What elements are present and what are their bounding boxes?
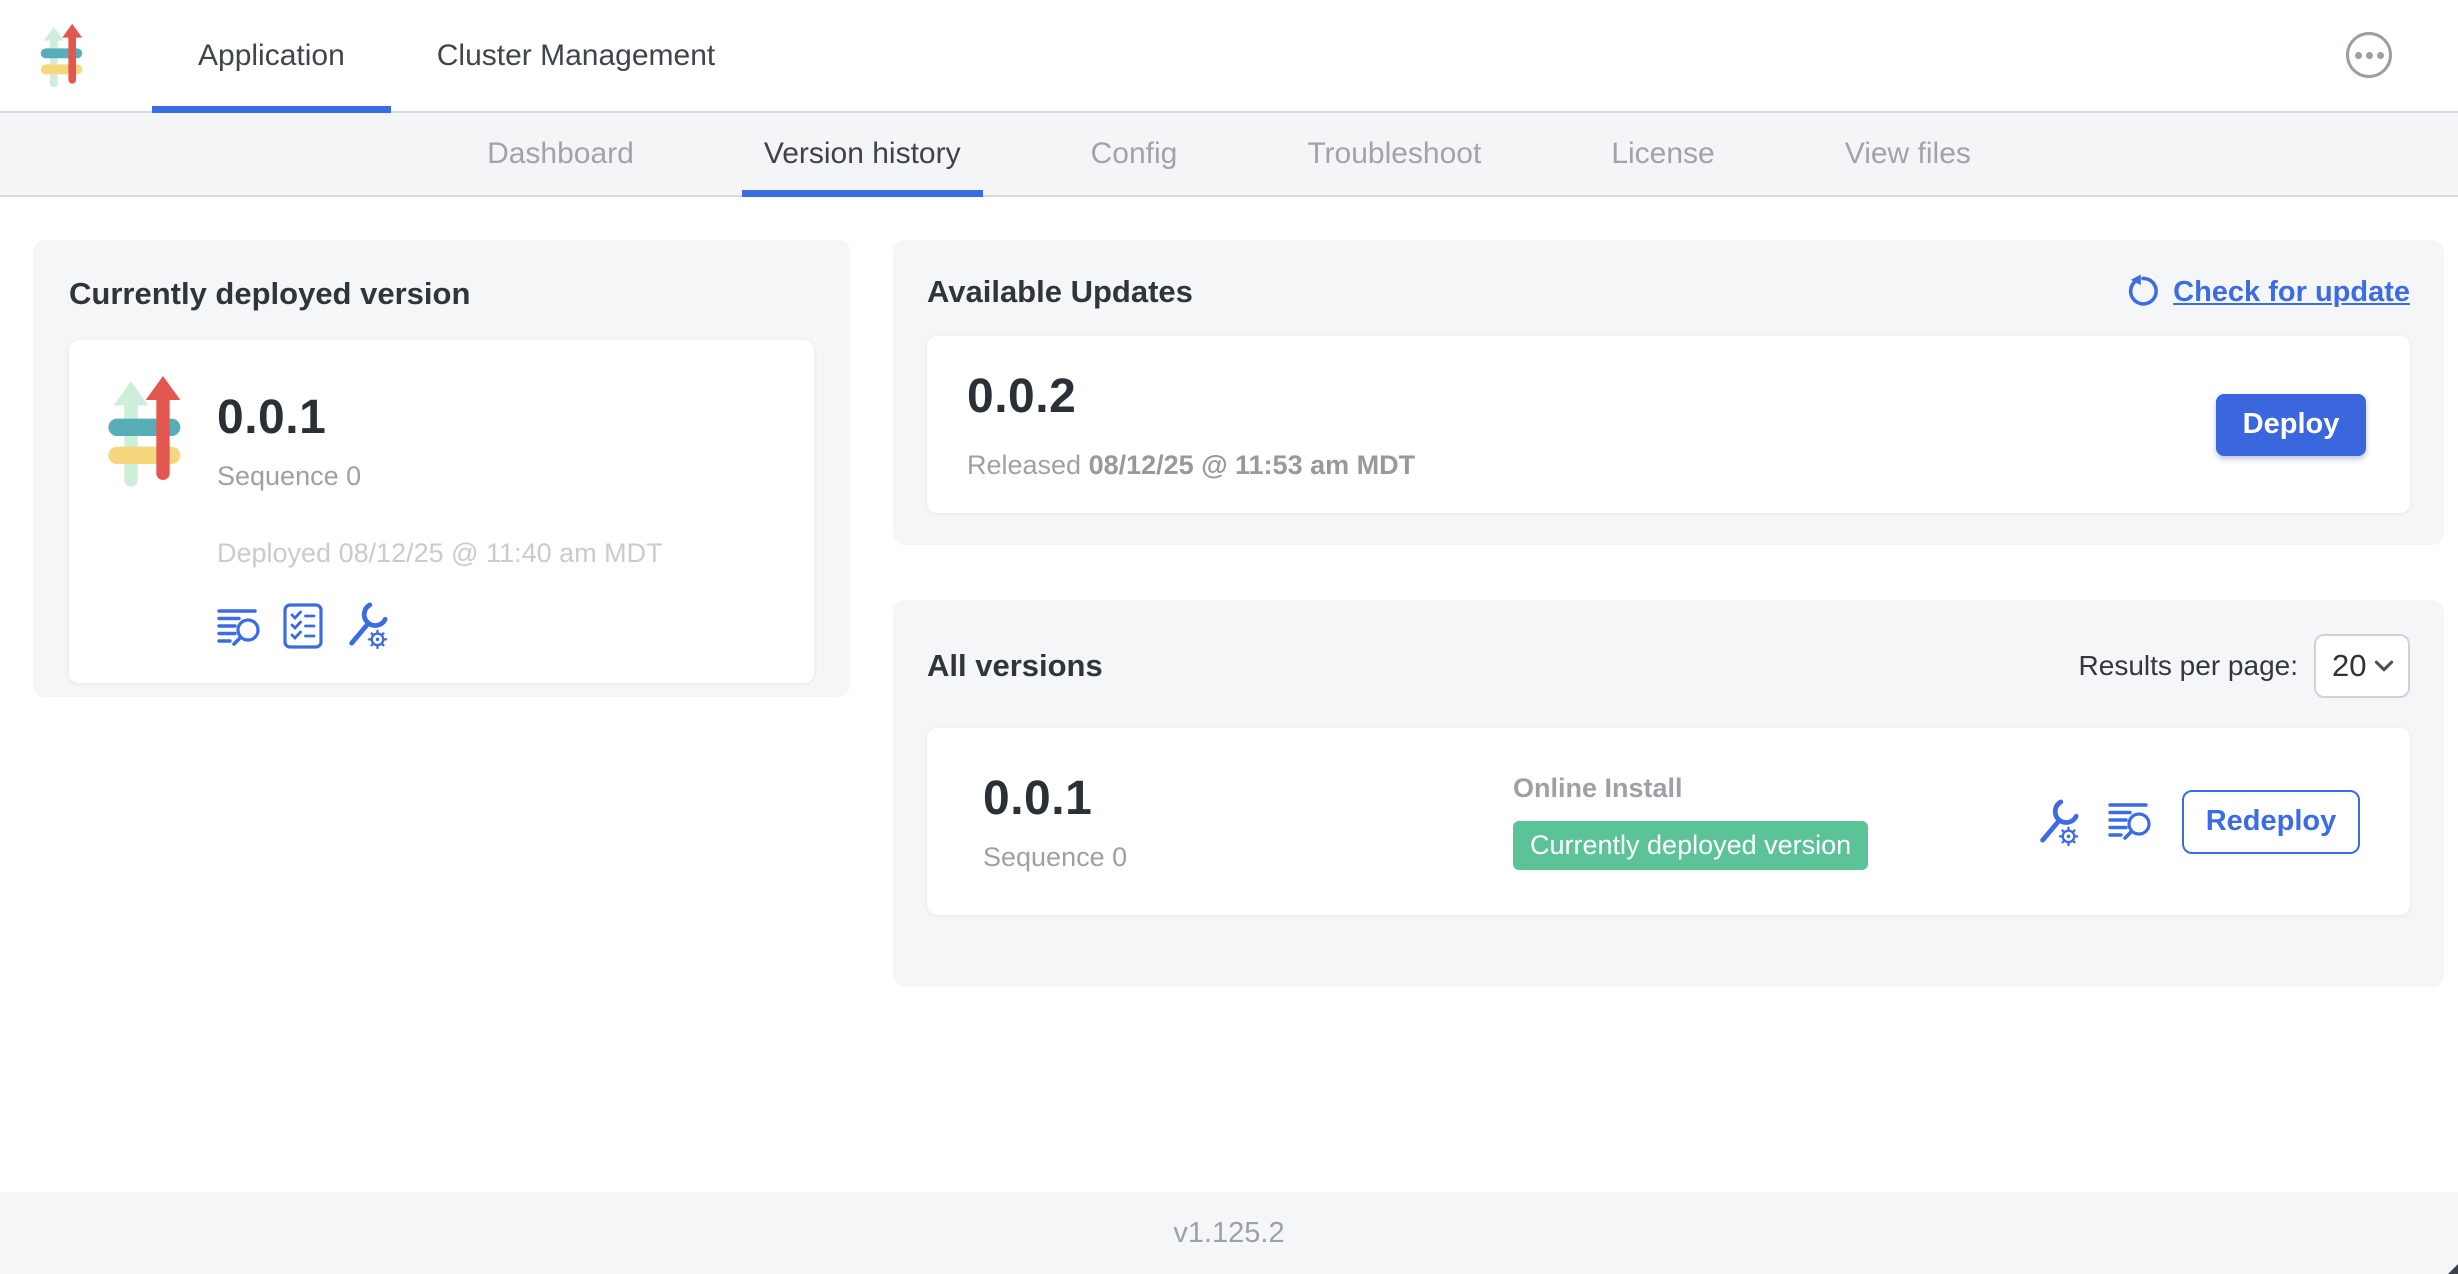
tab-view-files[interactable]: View files [1823, 113, 1993, 195]
tab-view-files-label: View files [1845, 137, 1971, 171]
version-row: 0.0.1 Sequence 0 Online Install Currentl… [927, 728, 2410, 915]
results-per-page-label: Results per page: [2079, 650, 2298, 682]
chevron-down-icon [2374, 660, 2394, 673]
available-update-row: 0.0.2 Released 08/12/25 @ 11:53 am MDT D… [927, 336, 2410, 513]
tab-troubleshoot[interactable]: Troubleshoot [1285, 113, 1503, 195]
tab-dashboard-label: Dashboard [487, 137, 634, 171]
app-logo-arrows-icon [107, 376, 187, 488]
deployed-timestamp: Deployed 08/12/25 @ 11:40 am MDT [217, 538, 663, 569]
config-wrench-gear-icon[interactable] [343, 601, 389, 649]
tab-config-label: Config [1091, 137, 1178, 171]
currently-deployed-title: Currently deployed version [69, 276, 814, 312]
deploy-button[interactable]: Deploy [2216, 394, 2366, 456]
check-for-update-link[interactable]: Check for update [2125, 274, 2410, 310]
version-row-actions: Redeploy [2034, 790, 2360, 854]
update-released-timestamp: Released 08/12/25 @ 11:53 am MDT [967, 450, 1415, 481]
log-search-icon[interactable] [2108, 801, 2154, 843]
header-tabs: Application Cluster Management [152, 0, 761, 111]
available-updates-title: Available Updates [927, 274, 1193, 310]
tab-version-history[interactable]: Version history [742, 113, 983, 195]
deployed-version-number: 0.0.1 [217, 390, 663, 445]
update-version-number: 0.0.2 [967, 369, 1415, 424]
app-subnav: Dashboard Version history Config Trouble… [0, 113, 2458, 197]
refresh-icon [2125, 274, 2161, 310]
tab-version-history-label: Version history [764, 137, 961, 171]
tab-license-label: License [1611, 137, 1714, 171]
results-per-page-value: 20 [2332, 648, 2366, 684]
log-search-icon[interactable] [217, 607, 263, 649]
row-sequence: Sequence 0 [983, 842, 1513, 873]
tab-application-label: Application [198, 39, 345, 73]
row-version-number: 0.0.1 [983, 771, 1513, 826]
deployed-version-actions [217, 601, 663, 649]
deployed-version-panel: 0.0.1 Sequence 0 Deployed 08/12/25 @ 11:… [69, 340, 814, 683]
right-column: Available Updates Check for update 0.0.2… [893, 240, 2444, 987]
all-versions-title: All versions [927, 648, 1103, 684]
app-logo-arrows-icon [40, 20, 86, 92]
deployed-sequence: Sequence 0 [217, 461, 663, 492]
available-updates-card: Available Updates Check for update 0.0.2… [893, 240, 2444, 545]
tab-license[interactable]: License [1589, 113, 1736, 195]
currently-deployed-badge: Currently deployed version [1513, 821, 1868, 870]
ellipsis-menu-icon[interactable] [2346, 32, 2392, 78]
top-header: Application Cluster Management [0, 0, 2458, 113]
tab-application[interactable]: Application [152, 0, 391, 111]
tab-troubleshoot-label: Troubleshoot [1307, 137, 1481, 171]
preflight-checklist-icon[interactable] [283, 603, 323, 649]
main-content: Currently deployed version 0.0.1 Sequenc… [0, 197, 2458, 1192]
tab-config[interactable]: Config [1069, 113, 1200, 195]
row-install-type: Online Install [1513, 773, 2034, 804]
console-footer: v1.125.2 [0, 1192, 2458, 1274]
results-per-page-select[interactable]: 20 [2314, 634, 2410, 698]
all-versions-card: All versions Results per page: 20 0.0.1 … [893, 600, 2444, 987]
currently-deployed-card: Currently deployed version 0.0.1 Sequenc… [33, 240, 850, 697]
check-for-update-label: Check for update [2173, 276, 2410, 309]
console-version: v1.125.2 [1173, 1217, 1284, 1250]
tab-cluster-management[interactable]: Cluster Management [391, 0, 761, 111]
config-wrench-gear-icon[interactable] [2034, 798, 2080, 846]
tab-cluster-management-label: Cluster Management [437, 39, 715, 73]
tab-dashboard[interactable]: Dashboard [465, 113, 656, 195]
redeploy-button[interactable]: Redeploy [2182, 790, 2360, 854]
